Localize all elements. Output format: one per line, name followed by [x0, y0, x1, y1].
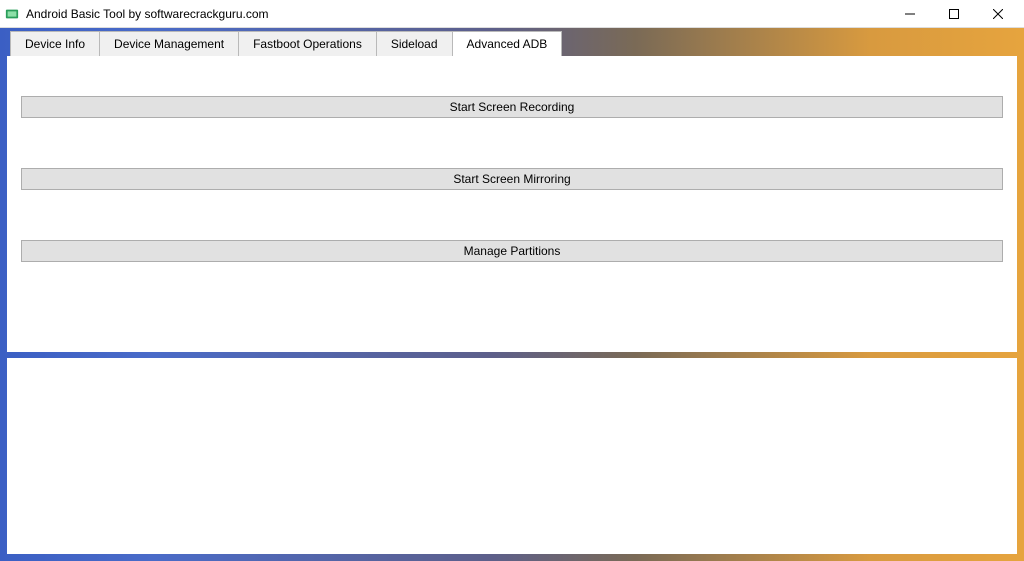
start-screen-mirroring-button[interactable]: Start Screen Mirroring — [21, 168, 1003, 190]
lower-panel — [7, 358, 1017, 554]
app-body: Device Info Device Management Fastboot O… — [0, 28, 1024, 561]
window-title: Android Basic Tool by softwarecrackguru.… — [26, 7, 888, 21]
close-button[interactable] — [976, 0, 1020, 28]
app-icon — [4, 6, 20, 22]
window-controls — [888, 0, 1020, 28]
tab-device-info[interactable]: Device Info — [10, 31, 100, 56]
titlebar: Android Basic Tool by softwarecrackguru.… — [0, 0, 1024, 28]
tab-advanced-adb[interactable]: Advanced ADB — [452, 31, 563, 56]
main-panel: Start Screen Recording Start Screen Mirr… — [7, 56, 1017, 352]
tab-device-management[interactable]: Device Management — [99, 31, 239, 56]
start-screen-recording-button[interactable]: Start Screen Recording — [21, 96, 1003, 118]
tab-sideload[interactable]: Sideload — [376, 31, 453, 56]
tab-strip: Device Info Device Management Fastboot O… — [0, 28, 1024, 56]
manage-partitions-button[interactable]: Manage Partitions — [21, 240, 1003, 262]
tab-fastboot-operations[interactable]: Fastboot Operations — [238, 31, 377, 56]
maximize-button[interactable] — [932, 0, 976, 28]
minimize-button[interactable] — [888, 0, 932, 28]
